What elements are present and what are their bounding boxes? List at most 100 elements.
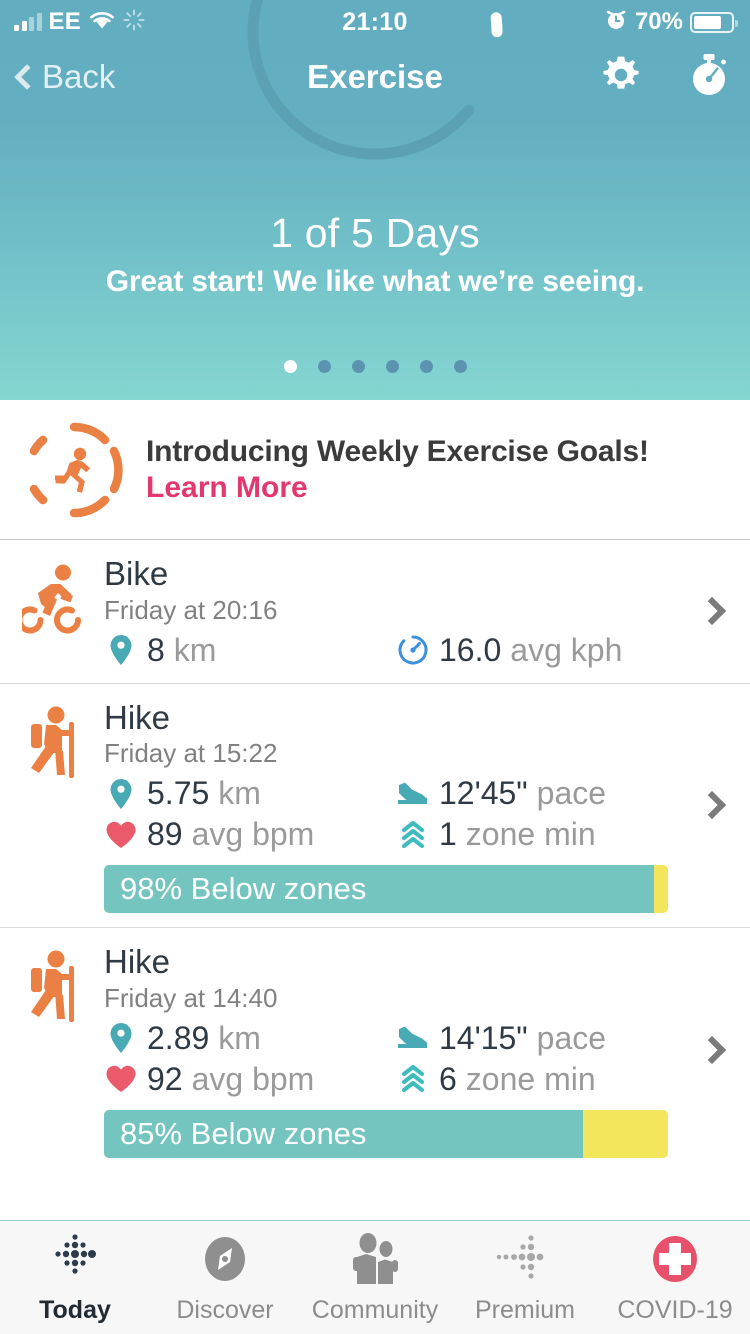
- weekly-progress-ring: [235, 0, 515, 172]
- stat-pace: 14'15" pace: [396, 1020, 606, 1057]
- exercise-title: Bike: [104, 555, 169, 592]
- zone-chevrons-icon: [396, 1061, 430, 1097]
- stat-distance: 2.89 km: [104, 1020, 396, 1057]
- carousel-dot[interactable]: [351, 360, 365, 373]
- encouragement-label: Great start! We like what we’re seeing.: [105, 265, 645, 298]
- hiker-icon: [22, 700, 100, 914]
- hiker-icon: [22, 944, 100, 1158]
- exercise-progress-hero: EE 21:10 70% Back Exercise 1 of 5 Days G…: [0, 0, 750, 400]
- stat-line: 2.89 km 14'15" pace: [104, 1020, 728, 1057]
- cyclist-icon: [16, 556, 100, 669]
- stat-unit: pace: [536, 775, 607, 812]
- stat-line: 89 avg bpm 1 zone min: [104, 816, 728, 853]
- exercise-row-body: Hike Friday at 15:22 5.75 km 12'45" pace…: [100, 698, 728, 914]
- compass-icon: [198, 1230, 252, 1288]
- stat-value: 6: [439, 1060, 457, 1097]
- stat-unit: km: [173, 631, 217, 668]
- gear-icon[interactable]: [598, 52, 644, 103]
- stat-unit: avg kph: [510, 631, 623, 668]
- heart-icon: [104, 817, 138, 853]
- exercise-row-body: Bike Friday at 20:16 8 km 16.0 avg kph: [100, 556, 728, 669]
- stat-value: 14'15": [439, 1019, 528, 1056]
- tab-community[interactable]: Community: [300, 1230, 450, 1325]
- stat-value: 5.75: [147, 775, 210, 812]
- shoe-icon: [396, 1020, 430, 1056]
- zone-progress-bar: 98% Below zones: [104, 865, 668, 914]
- zone-chevrons-icon: [396, 817, 430, 853]
- exercise-title: Hike: [104, 943, 171, 981]
- tab-covid-19[interactable]: COVID-19: [600, 1230, 750, 1325]
- carousel-dots[interactable]: [0, 360, 750, 373]
- exercise-stats: 8 km 16.0 avg kph: [104, 632, 728, 669]
- nav-actions: [598, 51, 732, 104]
- carousel-dot[interactable]: [385, 360, 399, 373]
- stat-value: 2.89: [147, 1019, 210, 1056]
- map-pin-icon: [104, 1020, 138, 1056]
- stat-value: 89: [147, 816, 183, 853]
- stat-distance: 5.75 km: [104, 775, 396, 812]
- alarm-clock-icon: [604, 8, 628, 37]
- tab-label: Today: [39, 1296, 111, 1324]
- speedometer-icon: [396, 632, 430, 668]
- map-pin-icon: [104, 776, 138, 812]
- banner-title: Introducing Weekly Exercise Goals!: [146, 434, 649, 468]
- carousel-dot[interactable]: [419, 360, 433, 373]
- learn-more-link[interactable]: Learn More: [146, 471, 649, 505]
- back-button-label: Back: [42, 58, 116, 95]
- exercise-row-hike-1440[interactable]: Hike Friday at 14:40 2.89 km 14'15" pace…: [0, 928, 750, 1172]
- weekly-goals-banner[interactable]: Introducing Weekly Exercise Goals! Learn…: [0, 400, 750, 540]
- tab-label: COVID-19: [617, 1296, 733, 1324]
- exercise-stats: 2.89 km 14'15" pace 92 avg bpm 6 zone mi…: [104, 1020, 728, 1098]
- people-icon: [345, 1230, 405, 1288]
- app-screen: EE 21:10 70% Back Exercise 1 of 5 Days G…: [0, 0, 750, 1334]
- weekly-progress-label: 1 of 5 Days: [270, 210, 480, 256]
- stat-unit: km: [218, 775, 261, 812]
- stat-unit: zone min: [465, 816, 596, 853]
- exercise-date: Friday at 14:40: [104, 982, 278, 1013]
- stat-line: 92 avg bpm 6 zone min: [104, 1061, 728, 1098]
- stat-unit: avg bpm: [191, 816, 315, 853]
- stat-value: 12'45": [439, 775, 528, 812]
- status-bar-right: 70%: [604, 0, 738, 44]
- stat-line: 8 km 16.0 avg kph: [104, 632, 728, 669]
- stat-value: 8: [147, 631, 165, 668]
- zone-bar-label: 85% Below zones: [120, 1115, 367, 1151]
- exercise-row-hike-1522[interactable]: Hike Friday at 15:22 5.75 km 12'45" pace…: [0, 684, 750, 929]
- fitbit-dots-today-icon: [46, 1230, 104, 1288]
- battery-percent-label: 70%: [634, 8, 683, 35]
- stat-zone-minutes: 1 zone min: [396, 816, 596, 853]
- exercise-list: Bike Friday at 20:16 8 km 16.0 avg kph H…: [0, 540, 750, 1220]
- stat-distance: 8 km: [104, 632, 396, 669]
- zone-progress-bar: 85% Below zones: [104, 1109, 668, 1158]
- stat-unit: avg bpm: [191, 1060, 315, 1097]
- tab-label: Community: [311, 1296, 439, 1324]
- stat-unit: pace: [536, 1019, 607, 1056]
- medical-cross-icon: [648, 1230, 702, 1288]
- stat-heart-rate: 92 avg bpm: [104, 1061, 396, 1098]
- running-person-in-ring-icon: [22, 418, 126, 522]
- tab-premium[interactable]: Premium: [450, 1230, 600, 1325]
- exercise-date: Friday at 15:22: [104, 738, 278, 769]
- carousel-dot[interactable]: [283, 360, 297, 373]
- tab-label: Premium: [474, 1296, 575, 1324]
- carousel-dot[interactable]: [453, 360, 467, 373]
- chevron-left-icon: [14, 64, 40, 90]
- carousel-dot[interactable]: [317, 360, 331, 373]
- exercise-title: Hike: [104, 698, 171, 736]
- battery-icon: [690, 11, 738, 33]
- stat-value: 92: [147, 1060, 183, 1097]
- back-button[interactable]: Back: [14, 58, 116, 96]
- stat-value: 1: [439, 816, 457, 853]
- bottom-tab-bar: Today Discover Community Premium COVID-1…: [0, 1220, 750, 1334]
- tab-discover[interactable]: Discover: [150, 1230, 300, 1325]
- tab-today[interactable]: Today: [0, 1230, 150, 1325]
- banner-text: Introducing Weekly Exercise Goals! Learn…: [146, 435, 649, 505]
- exercise-stats: 5.75 km 12'45" pace 89 avg bpm 1 zone mi…: [104, 775, 728, 853]
- exercise-row-bike[interactable]: Bike Friday at 20:16 8 km 16.0 avg kph: [0, 540, 750, 684]
- heart-icon: [104, 1061, 138, 1097]
- stat-unit: zone min: [465, 1060, 596, 1097]
- map-pin-icon: [104, 632, 138, 668]
- stopwatch-icon[interactable]: [686, 51, 732, 104]
- shoe-icon: [396, 776, 430, 812]
- exercise-row-body: Hike Friday at 14:40 2.89 km 14'15" pace…: [100, 944, 728, 1158]
